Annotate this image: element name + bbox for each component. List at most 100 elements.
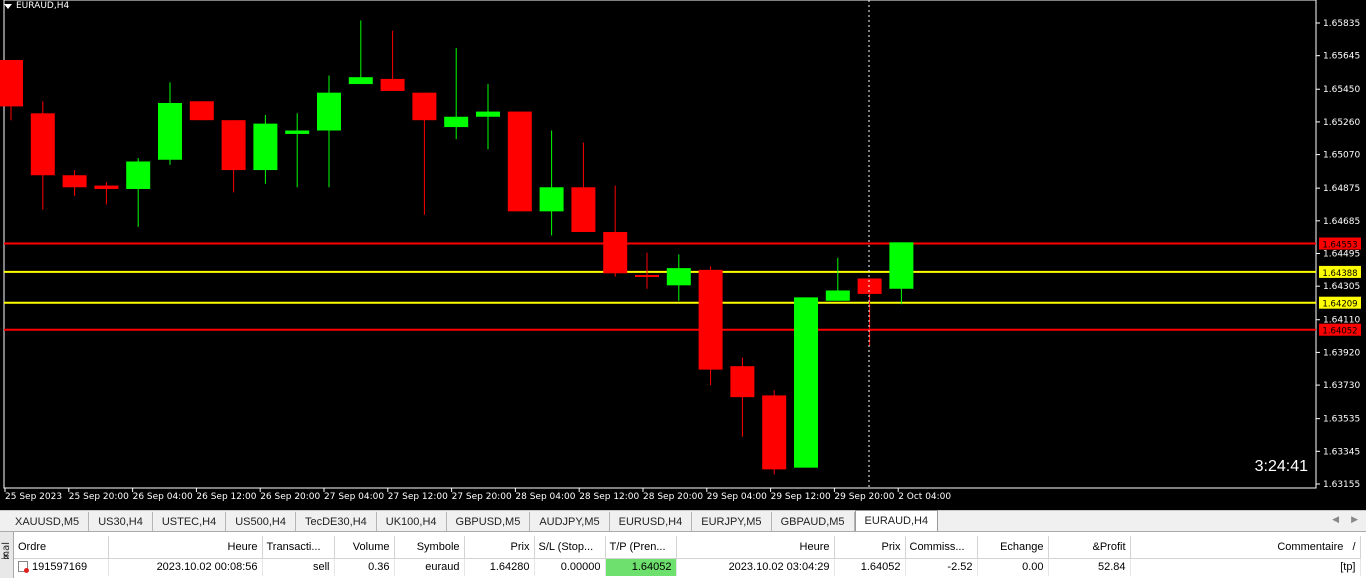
column-header[interactable]: Prix [464, 536, 535, 559]
column-header[interactable]: Volume [334, 536, 395, 559]
table-cell: 1.64052 [834, 558, 906, 576]
table-cell: 0.00000 [534, 558, 606, 576]
table-row[interactable]: 191597169 2023.10.02 00:08:56 sell 0.36 eura… [14, 558, 1361, 576]
table-cell: 2023.10.02 00:08:56 [108, 558, 263, 576]
sort-icon[interactable]: / [1352, 541, 1355, 553]
order-id: 191597169 [32, 561, 88, 574]
y-axis-tick-label: 1.65450 [1323, 85, 1360, 95]
bear-candle[interactable] [0, 59, 23, 107]
bull-candle[interactable] [317, 92, 341, 131]
column-header[interactable]: Symbole [394, 536, 465, 559]
tab-scroll-left-icon[interactable]: ◀ [1332, 515, 1339, 525]
table-cell: 52.84 [1048, 558, 1131, 576]
table-header-row: Ordre Heure Transacti... Volume Symbole Prix S… [14, 536, 1361, 559]
candlestick-chart[interactable]: 1.645531.643881.642091.640521.658351.656… [0, 0, 1366, 506]
column-header[interactable]: S/L (Stop... [534, 536, 606, 559]
y-axis-tick-label: 1.65835 [1323, 19, 1360, 29]
y-axis-tick-label: 1.64875 [1323, 184, 1360, 194]
table-cell: -2.52 [905, 558, 978, 576]
bear-candle[interactable] [635, 275, 659, 278]
column-header[interactable]: T/P (Pren... [605, 536, 677, 559]
tab-gbpaud-m5[interactable]: GBPAUD,M5 [772, 512, 855, 531]
tab-euraud-h4[interactable]: EURAUD,H4 [854, 510, 939, 531]
x-axis-tick-label: 26 Sep 04:00 [133, 492, 193, 502]
column-header[interactable]: Echange [977, 536, 1049, 559]
y-axis-tick-label: 1.63155 [1323, 480, 1360, 490]
bear-candle[interactable] [30, 113, 55, 176]
x-axis-tick-label: 26 Sep 20:00 [260, 492, 320, 502]
bear-candle[interactable] [698, 269, 723, 370]
x-axis-tick-label: 28 Sep 20:00 [643, 492, 703, 502]
tab-us30-h4[interactable]: US30,H4 [89, 512, 153, 531]
table-cell: 2023.10.02 03:04:29 [676, 558, 835, 576]
bear-candle[interactable] [62, 175, 87, 188]
table-cell: euraud [394, 558, 465, 576]
bull-candle[interactable] [794, 297, 818, 468]
bull-candle[interactable] [666, 268, 691, 286]
chart-window[interactable]: 1.64553 1.64388 1.64209 1.64052 1.65835 1.656… [0, 0, 1366, 506]
x-axis-tick-label: 27 Sep 04:00 [324, 492, 384, 502]
bear-candle[interactable] [94, 185, 119, 189]
tab-ustec-h4[interactable]: USTEC,H4 [153, 512, 227, 531]
column-header[interactable]: Transacti... [262, 536, 335, 559]
bull-candle[interactable] [444, 116, 469, 128]
table-cell: sell [262, 558, 335, 576]
column-header[interactable]: Commiss... [905, 536, 978, 559]
bear-candle[interactable] [412, 92, 437, 121]
x-axis-tick-label: 27 Sep 12:00 [388, 492, 448, 502]
tab-scroll-right-icon[interactable]: ▶ [1351, 515, 1358, 525]
tab-scroll-arrows: ◀ ▶ [1332, 515, 1358, 525]
bull-candle[interactable] [348, 77, 373, 85]
tab-us500-h4[interactable]: US500,H4 [226, 512, 296, 531]
terminal-side-label: inal [1, 541, 12, 560]
bull-candle[interactable] [126, 161, 151, 189]
bear-candle[interactable] [730, 366, 755, 398]
bull-candle[interactable] [285, 130, 310, 134]
bear-candle[interactable] [571, 187, 596, 232]
chart-title-bar[interactable]: EURAUD,H4 [4, 1, 69, 11]
tab-eurjpy-m5[interactable]: EURJPY,M5 [692, 512, 772, 531]
x-axis-tick-label: 25 Sep 20:00 [69, 492, 129, 502]
bear-candle[interactable] [762, 395, 787, 470]
table-cell: 1.64280 [464, 558, 535, 576]
bear-candle[interactable] [189, 101, 214, 121]
column-header[interactable]: Heure [676, 536, 835, 559]
bear-candle[interactable] [507, 111, 532, 212]
bull-candle[interactable] [158, 102, 182, 160]
y-axis-tick-label: 1.63920 [1323, 348, 1360, 358]
price-level-label: 1.64388 [1322, 269, 1357, 279]
bull-candle[interactable] [825, 290, 850, 301]
chart-title: EURAUD,H4 [16, 1, 70, 11]
bull-candle[interactable] [889, 242, 914, 289]
table-cell: [tp] [1130, 558, 1361, 576]
column-header[interactable]: Prix [834, 536, 906, 559]
x-axis-tick-label: 29 Sep 12:00 [771, 492, 831, 502]
terminal-panel: × inal Ordre Heure Transacti... Volume Symbo… [0, 531, 1366, 578]
x-axis-tick-label: 28 Sep 04:00 [515, 492, 575, 502]
y-axis-tick-label: 1.64305 [1323, 282, 1360, 292]
tab-xauusd-m5[interactable]: XAUUSD,M5 [6, 512, 90, 531]
bull-candle[interactable] [476, 111, 500, 117]
bull-candle[interactable] [253, 123, 278, 171]
tab-eurusd-h4[interactable]: EURUSD,H4 [610, 512, 693, 531]
tab-uk100-h4[interactable]: UK100,H4 [377, 512, 447, 531]
bear-candle[interactable] [857, 278, 882, 294]
y-axis-tick-label: 1.64495 [1323, 250, 1360, 260]
chart-menu-triangle-icon[interactable] [4, 3, 12, 9]
bear-candle[interactable] [380, 78, 405, 91]
column-header[interactable]: Heure [108, 536, 263, 559]
x-axis-tick-label: 29 Sep 04:00 [707, 492, 767, 502]
column-header[interactable]: Commentaire / [1130, 536, 1361, 559]
tab-gbpusd-m5[interactable]: GBPUSD,M5 [447, 512, 531, 531]
tab-audjpy-m5[interactable]: AUDJPY,M5 [530, 512, 610, 531]
table-cell: 1.64052 [605, 558, 677, 576]
bull-candle[interactable] [539, 187, 564, 212]
tab-tecde30-h4[interactable]: TecDE30,H4 [296, 512, 377, 531]
bear-candle[interactable] [221, 120, 246, 171]
y-axis-tick-label: 1.65260 [1323, 118, 1360, 128]
x-axis-tick-label: 25 Sep 2023 [5, 492, 62, 502]
chart-tab-bar: XAUUSD,M5 US30,H4 USTEC,H4 US500,H4 TecDE30,… [0, 510, 1366, 531]
column-header[interactable]: Ordre [14, 536, 109, 559]
column-header[interactable]: &Profit [1048, 536, 1131, 559]
bear-candle[interactable] [603, 231, 628, 274]
